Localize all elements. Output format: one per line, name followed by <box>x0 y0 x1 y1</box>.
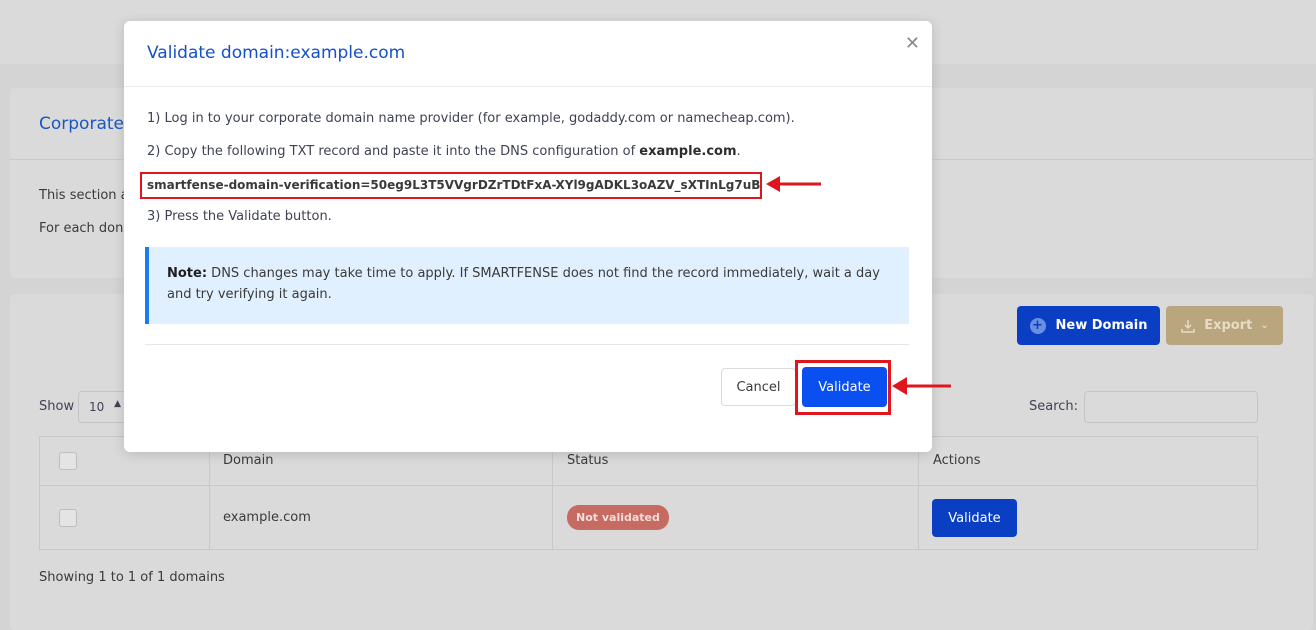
page-size-select[interactable]: 10 ▲ <box>78 391 128 423</box>
header-domain: Domain <box>223 453 274 468</box>
select-all-checkbox[interactable] <box>59 452 77 470</box>
description-line-2: For each don <box>39 221 124 236</box>
row-domain: example.com <box>223 510 311 525</box>
header-status: Status <box>567 453 609 468</box>
header-actions: Actions <box>933 453 981 468</box>
note-text: DNS changes may take time to apply. If S… <box>167 266 880 302</box>
new-domain-label: New Domain <box>1055 318 1148 333</box>
row-validate-button[interactable]: Validate <box>932 499 1017 537</box>
txt-record-value[interactable]: smartfense-domain-verification=50eg9L3T5… <box>140 172 762 199</box>
description-line-1: This section a <box>39 188 129 203</box>
validate-button[interactable]: Validate <box>802 367 887 407</box>
card-title: Corporate <box>39 114 124 134</box>
validate-domain-modal: Validate domain:example.com ✕ 1) Log in … <box>124 21 932 452</box>
step-2-domain: example.com <box>639 144 737 159</box>
search-input[interactable] <box>1084 391 1258 423</box>
column-divider <box>552 437 553 549</box>
export-label: Export <box>1204 318 1253 333</box>
export-button[interactable]: Export ⌄ <box>1166 306 1283 345</box>
domains-table: Domain Status Actions example.com Not va… <box>39 436 1258 550</box>
row-checkbox[interactable] <box>59 509 77 527</box>
step-2: 2) Copy the following TXT record and pas… <box>147 144 741 159</box>
step-1: 1) Log in to your corporate domain name … <box>147 111 795 126</box>
step-2-text: 2) Copy the following TXT record and pas… <box>147 144 640 159</box>
column-divider <box>209 437 210 549</box>
step-2-end: . <box>736 144 741 159</box>
column-divider <box>918 437 919 549</box>
cancel-button[interactable]: Cancel <box>721 368 796 406</box>
arrow-left-icon <box>892 377 951 395</box>
status-badge: Not validated <box>567 505 669 530</box>
modal-footer-divider <box>145 344 909 345</box>
modal-header: Validate domain:example.com ✕ <box>124 21 932 87</box>
page-size-value: 10 <box>89 400 105 414</box>
chevron-down-icon: ⌄ <box>1260 320 1269 331</box>
search-label: Search: <box>1029 399 1079 414</box>
note-label: Note: <box>167 266 208 281</box>
show-label: Show <box>39 399 75 414</box>
new-domain-button[interactable]: + New Domain <box>1017 306 1160 345</box>
close-icon[interactable]: ✕ <box>905 33 920 54</box>
note-alert: Note: DNS changes may take time to apply… <box>145 247 909 324</box>
plus-icon: + <box>1029 317 1046 334</box>
arrow-left-icon <box>766 176 821 192</box>
step-3: 3) Press the Validate button. <box>147 209 332 224</box>
table-info: Showing 1 to 1 of 1 domains <box>39 570 225 585</box>
sort-arrows-icon: ▲ <box>114 399 121 409</box>
table-divider <box>40 485 1257 486</box>
download-icon <box>1181 319 1195 333</box>
modal-title: Validate domain:example.com <box>147 43 406 63</box>
